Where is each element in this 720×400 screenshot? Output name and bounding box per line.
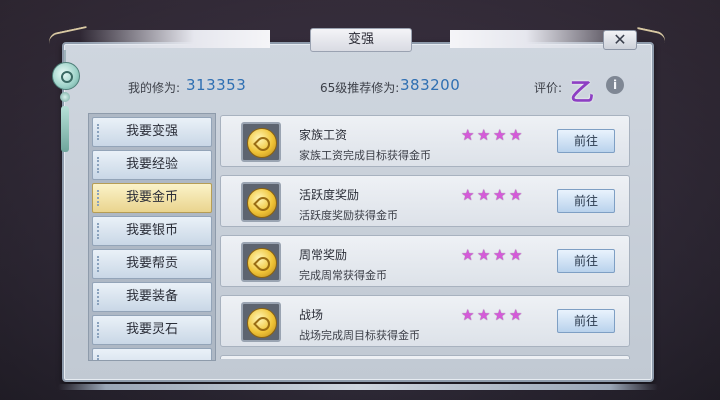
jade-disc-icon (52, 62, 80, 90)
star-icon: ★ (461, 126, 475, 144)
menu-item-spirit-stone[interactable]: 我要灵石 (92, 315, 212, 345)
item-description: 家族工资完成目标获得金币 (299, 149, 431, 162)
star-icon: ★ (461, 306, 475, 324)
go-button[interactable]: 前往 (557, 189, 615, 213)
star-icon: ★ (493, 246, 507, 264)
star-rating: ★ ★ ★ ★ (461, 245, 525, 264)
menu-item-gold[interactable]: 我要金币 (92, 183, 212, 213)
category-menu: 我要变强 我要经验 我要金币 我要银币 我要帮贡 我要装备 我要灵石 (88, 113, 216, 361)
star-rating: ★ ★ ★ ★ (461, 185, 525, 204)
info-icon[interactable]: i (606, 76, 624, 94)
go-button[interactable]: 前往 (557, 249, 615, 273)
close-button[interactable]: ✕ (603, 30, 637, 50)
rating-grade-icon: 乙 (570, 77, 594, 106)
star-icon: ★ (509, 126, 523, 144)
jade-pendant-decoration (50, 50, 80, 160)
item-description: 战场完成周目标获得金币 (299, 329, 420, 342)
list-item: 家族工资 家族工资完成目标获得金币 ★ ★ ★ ★ 前往 (220, 115, 630, 167)
gold-coin-icon (247, 128, 277, 158)
star-icon: ★ (461, 186, 475, 204)
recommended-cultivation-value: 383200 (400, 76, 461, 94)
activity-list: 家族工资 家族工资完成目标获得金币 ★ ★ ★ ★ 前往 活跃度奖励 活跃度奖励获得金… (220, 113, 632, 359)
star-rating: ★ ★ ★ ★ (461, 125, 525, 144)
menu-item-equipment[interactable]: 我要装备 (92, 282, 212, 312)
stats-row: 我的修为: 313353 65级推荐修为: 383200 评价: 乙 i (84, 70, 640, 106)
gold-coin-icon (247, 308, 277, 338)
go-button[interactable]: 前往 (557, 129, 615, 153)
item-title: 周常奖励 (299, 248, 348, 262)
window-title: 变强 (310, 28, 412, 52)
item-icon-frame (241, 302, 281, 342)
item-title: 战场 (299, 308, 324, 322)
item-description: 完成周常获得金币 (299, 269, 387, 282)
star-rating: ★ ★ ★ ★ (461, 305, 525, 324)
star-icon: ★ (493, 306, 507, 324)
title-wing-left (80, 30, 270, 48)
star-icon: ★ (477, 306, 491, 324)
list-item: 周常奖励 完成周常获得金币 ★ ★ ★ ★ 前往 (220, 235, 630, 287)
star-icon: ★ (477, 186, 491, 204)
menu-item-partial[interactable] (92, 348, 212, 360)
list-item: 活跃度奖励 活跃度奖励获得金币 ★ ★ ★ ★ 前往 (220, 175, 630, 227)
list-item: 战场 战场完成周目标获得金币 ★ ★ ★ ★ 前往 (220, 295, 630, 347)
star-icon: ★ (461, 246, 475, 264)
star-icon: ★ (477, 246, 491, 264)
menu-item-silver[interactable]: 我要银币 (92, 216, 212, 246)
star-icon: ★ (509, 246, 523, 264)
item-icon-frame (241, 182, 281, 222)
title-bar: 变强 (40, 28, 680, 52)
menu-item-contribution[interactable]: 我要帮贡 (92, 249, 212, 279)
menu-item-become-stronger[interactable]: 我要变强 (92, 117, 212, 147)
menu-item-experience[interactable]: 我要经验 (92, 150, 212, 180)
gold-coin-icon (247, 248, 277, 278)
go-button[interactable]: 前往 (557, 309, 615, 333)
rating-label: 评价: (534, 81, 563, 95)
item-description: 活跃度奖励获得金币 (299, 209, 398, 222)
my-cultivation-value: 313353 (186, 76, 247, 94)
star-icon: ★ (493, 126, 507, 144)
recommended-cultivation-label: 65级推荐修为: (320, 81, 400, 95)
jade-tassel (61, 106, 69, 152)
star-icon: ★ (509, 186, 523, 204)
jade-bead (60, 92, 70, 102)
list-item-partial (220, 355, 630, 359)
item-icon-frame (241, 242, 281, 282)
item-title: 活跃度奖励 (299, 188, 360, 202)
gold-coin-icon (247, 188, 277, 218)
star-icon: ★ (477, 126, 491, 144)
my-cultivation-label: 我的修为: (128, 81, 181, 95)
item-icon-frame (241, 122, 281, 162)
star-icon: ★ (493, 186, 507, 204)
star-icon: ★ (509, 306, 523, 324)
item-title: 家族工资 (299, 128, 348, 142)
